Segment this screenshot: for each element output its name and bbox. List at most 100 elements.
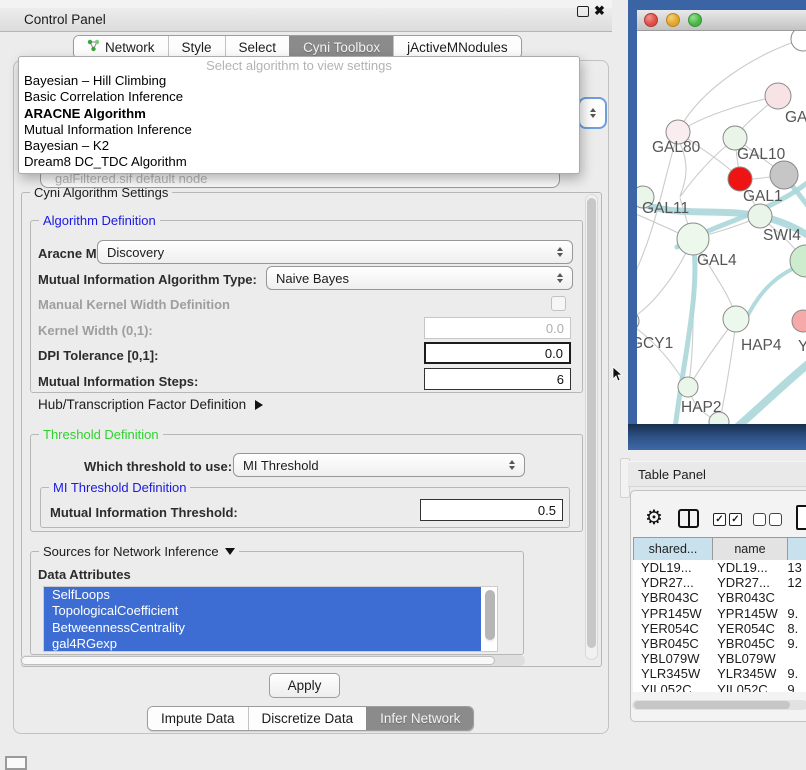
control-panel-titlebar: Control Panel: [0, 8, 612, 32]
table-cell: YDR27...: [709, 575, 781, 590]
table-cell: 9.: [781, 606, 806, 621]
mi-algorithm-type-combo[interactable]: Naive Bayes: [266, 266, 573, 290]
table-cell: YBR045C: [709, 636, 781, 651]
table-row[interactable]: YDL19...YDL19...13: [633, 560, 806, 575]
table-row[interactable]: YDR27...YDR27...12: [633, 575, 806, 590]
network-node-swi4[interactable]: [748, 204, 772, 228]
column-header-2[interactable]: [788, 538, 806, 560]
unchecked-checkbox-icon[interactable]: [769, 513, 782, 526]
column-header-name[interactable]: name: [713, 538, 788, 560]
zoom-traffic-icon[interactable]: [688, 13, 702, 27]
network-node-gal7[interactable]: [765, 83, 791, 109]
table-cell: YDR27...: [633, 575, 709, 590]
algorithm-option-aracne-algorithm[interactable]: ARACNE Algorithm: [19, 106, 579, 122]
table-cell: YER054C: [709, 621, 781, 636]
close-traffic-icon[interactable]: [644, 13, 658, 27]
network-edge-highlighted: [735, 361, 806, 424]
algorithm-option-bayesian-k2[interactable]: Bayesian – K2: [19, 138, 579, 154]
algorithm-option-mutual-information-inference[interactable]: Mutual Information Inference: [19, 122, 579, 138]
checked-checkbox-icon[interactable]: ✓: [713, 513, 726, 526]
attribute-item-selfloops[interactable]: SelfLoops: [44, 587, 481, 603]
stepper-up-icon: [590, 108, 596, 112]
table-cell: [781, 651, 806, 666]
data-attributes-list[interactable]: SelfLoopsTopologicalCoefficientBetweenne…: [43, 586, 498, 652]
network-node[interactable]: [770, 161, 798, 189]
network-node-gal4[interactable]: [677, 223, 709, 255]
unchecked-checkbox-icon[interactable]: [753, 513, 766, 526]
settings-vertical-scrollbar[interactable]: [585, 194, 598, 660]
algorithm-dropdown-items: Bayesian – Hill ClimbingBasic Correlatio…: [19, 73, 579, 171]
aracne-mode-value: Discovery: [107, 245, 164, 260]
data-attributes-label: Data Attributes: [38, 567, 131, 582]
algorithm-option-bayesian-hill-climbing[interactable]: Bayesian – Hill Climbing: [19, 73, 579, 89]
attribute-item-topologicalcoefficient[interactable]: TopologicalCoefficient: [44, 603, 481, 619]
attribute-item-gal4rgexp[interactable]: gal4RGexp: [44, 636, 481, 652]
column-header-shared[interactable]: shared...: [634, 538, 713, 560]
list-vertical-scrollbar[interactable]: [485, 590, 495, 642]
combo-arrows-icon: [557, 247, 563, 257]
algorithm-option-dream8-dc-tdc-algorithm[interactable]: Dream8 DC_TDC Algorithm: [19, 154, 579, 170]
document-icon[interactable]: [796, 505, 806, 530]
network-graph[interactable]: GAL7GAL80GAL10GAL1GAL11SWI4GAL4GCY1HAP4Y…: [637, 31, 806, 424]
gear-icon[interactable]: ⚙: [645, 505, 663, 530]
network-node-y[interactable]: [792, 310, 806, 332]
aracne-mode-combo[interactable]: Discovery: [97, 240, 573, 264]
dpi-tolerance-field[interactable]: 0.0: [424, 342, 571, 364]
mi-threshold-field[interactable]: 0.5: [420, 499, 563, 521]
network-node-hap2[interactable]: [678, 377, 698, 397]
hub-definition-label: Hub/Transcription Factor Definition: [38, 397, 246, 412]
dock-panel-icon[interactable]: [5, 756, 27, 770]
sources-title-wrap[interactable]: Sources for Network Inference: [39, 544, 239, 559]
table-row[interactable]: YER054CYER054C8.: [633, 621, 806, 636]
table-row[interactable]: YPR145WYPR145W9.: [633, 606, 806, 621]
column-view-icon[interactable]: [678, 509, 699, 528]
network-node-hap4[interactable]: [723, 306, 749, 332]
checked-checkbox-icon[interactable]: ✓: [729, 513, 742, 526]
network-window-titlebar[interactable]: [637, 10, 806, 31]
tab-infer-network[interactable]: Infer Network: [366, 707, 473, 730]
table-row[interactable]: YLR345WYLR345W9.: [633, 666, 806, 681]
node-label-gal10: GAL10: [737, 146, 786, 163]
table-cell: [781, 590, 806, 605]
tab-label: Discretize Data: [262, 711, 354, 726]
table-cell: YBL079W: [633, 651, 709, 666]
table-row[interactable]: YBR045CYBR045C9.: [633, 636, 806, 651]
table-row[interactable]: YBL079WYBL079W: [633, 651, 806, 666]
table-panel-title: Table Panel: [638, 467, 706, 482]
tab-network[interactable]: Network: [74, 36, 168, 58]
which-threshold-combo[interactable]: MI Threshold: [233, 453, 525, 477]
network-edge: [720, 320, 736, 421]
network-canvas[interactable]: GAL7GAL80GAL10GAL1GAL11SWI4GAL4GCY1HAP4Y…: [637, 31, 806, 424]
apply-button[interactable]: Apply: [269, 673, 340, 698]
mi-steps-field[interactable]: 6: [424, 368, 571, 390]
node-label-gal4: GAL4: [697, 252, 737, 269]
tab-select[interactable]: Select: [225, 36, 290, 58]
tab-discretize-data[interactable]: Discretize Data: [248, 707, 367, 730]
tab-jactivemnodules[interactable]: jActiveMNodules: [393, 36, 521, 58]
table-cell: YBR043C: [709, 590, 781, 605]
attribute-item-betweennesscentrality[interactable]: BetweennessCentrality: [44, 620, 481, 636]
table-row[interactable]: YBR043CYBR043C: [633, 590, 806, 605]
minimize-traffic-icon[interactable]: [666, 13, 680, 27]
settings-horizontal-scrollbar[interactable]: [20, 655, 525, 666]
manual-kernel-checkbox[interactable]: [551, 296, 566, 311]
kernel-width-field[interactable]: 0.0: [424, 317, 571, 339]
stepper-down-icon: [590, 114, 596, 118]
table-rows: YDL19...YDL19...13YDR27...YDR27...12YBR0…: [633, 560, 806, 692]
hub-definition-expander[interactable]: Hub/Transcription Factor Definition: [38, 397, 263, 412]
tab-cyni-toolbox[interactable]: Cyni Toolbox: [289, 36, 393, 58]
table-cell: YBL079W: [709, 651, 781, 666]
algorithm-option-basic-correlation-inference[interactable]: Basic Correlation Inference: [19, 89, 579, 105]
network-node[interactable]: [791, 31, 806, 51]
network-node[interactable]: [790, 245, 806, 277]
float-panel-icon[interactable]: [577, 6, 589, 17]
tab-label: Infer Network: [380, 711, 460, 726]
inference-combo-fragment[interactable]: [578, 97, 607, 129]
close-panel-icon[interactable]: ✖: [594, 3, 605, 19]
tab-impute-data[interactable]: Impute Data: [148, 707, 248, 730]
table-cell: YPR145W: [633, 606, 709, 621]
table-row[interactable]: YIL052CYIL052C9: [633, 682, 806, 693]
tab-style[interactable]: Style: [168, 36, 225, 58]
table-horizontal-scrollbar[interactable]: [632, 700, 806, 710]
tab-label: Select: [239, 40, 277, 55]
